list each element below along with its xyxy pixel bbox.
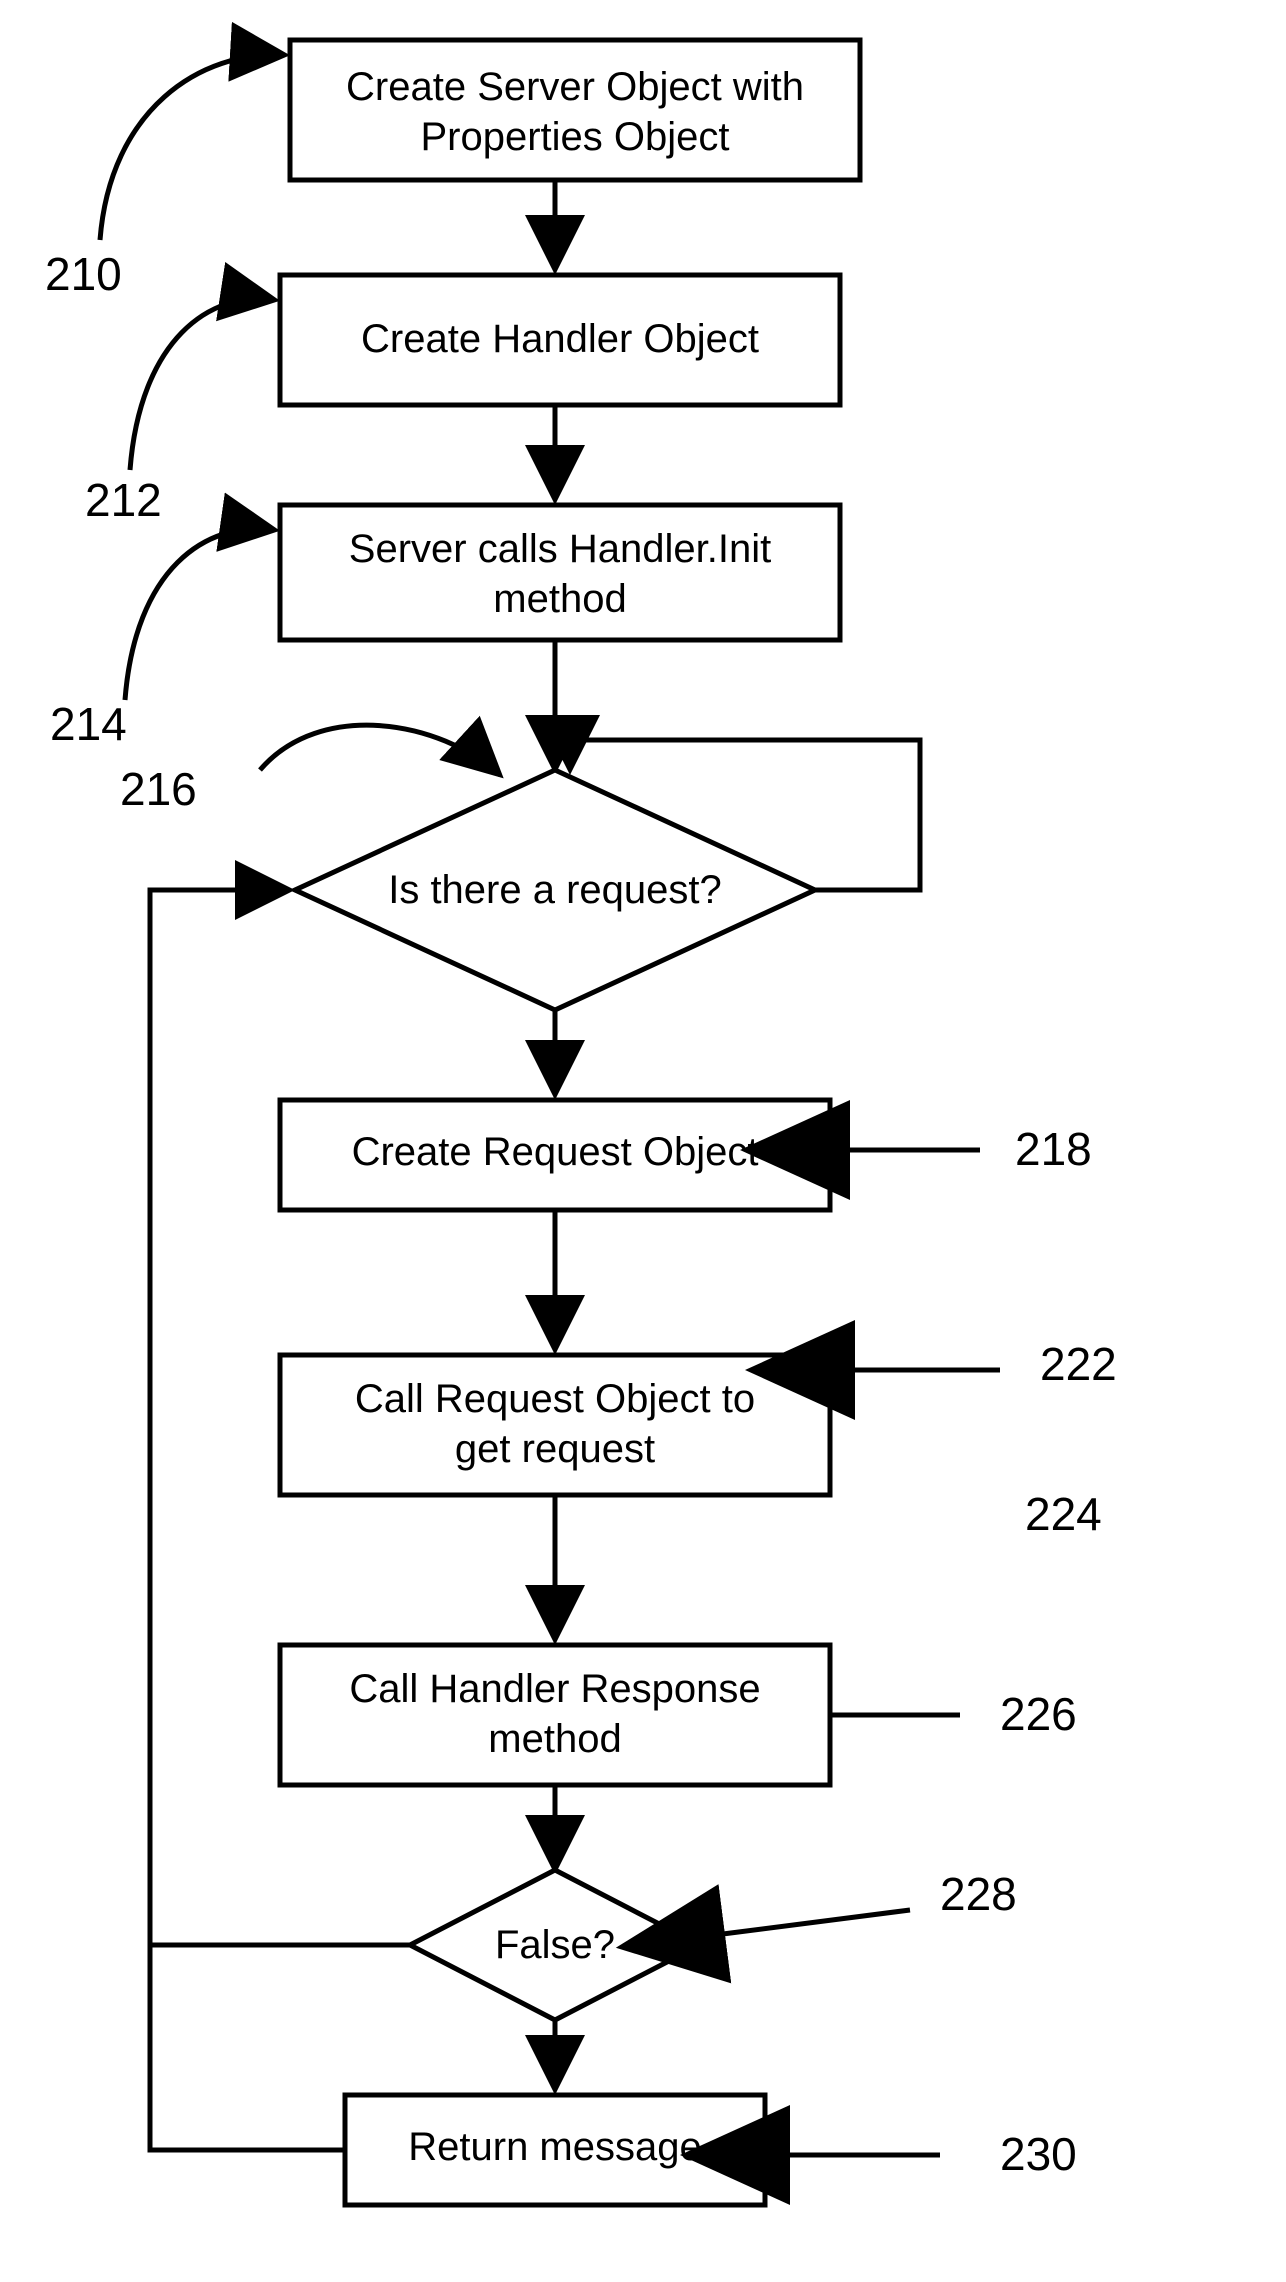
svg-text:method: method — [488, 1717, 621, 1761]
svg-text:Call Request Object to: Call Request Object to — [355, 1377, 755, 1421]
svg-text:Server calls Handler.Init: Server calls Handler.Init — [349, 527, 771, 571]
node-is-there-a-request: Is there a request? — [295, 770, 815, 1010]
ref-230: 230 — [1000, 2128, 1077, 2180]
ref-210: 210 — [45, 248, 122, 300]
callout-214 — [125, 529, 275, 700]
svg-text:method: method — [493, 577, 626, 621]
svg-text:Is there a request?: Is there a request? — [388, 868, 722, 912]
node-call-request-object-get-request: Call Request Object to get request — [280, 1355, 830, 1495]
callout-228 — [715, 1910, 910, 1935]
ref-218: 218 — [1015, 1123, 1092, 1175]
n230-line1: Return message — [408, 2125, 701, 2169]
callout-210 — [100, 55, 285, 240]
node-create-handler-object: Create Handler Object — [280, 275, 840, 405]
n218-line1: Create Request Object — [352, 1130, 759, 1174]
node-call-handler-response-method: Call Handler Response method — [280, 1645, 830, 1785]
ref-226: 226 — [1000, 1688, 1077, 1740]
node-false-decision: False? — [410, 1870, 700, 2020]
svg-text:get request: get request — [455, 1427, 655, 1471]
n226-line2: method — [488, 1717, 621, 1761]
svg-text:Call Handler Response: Call Handler Response — [349, 1667, 760, 1711]
n226-line1: Call Handler Response — [349, 1667, 760, 1711]
node-create-server-object: Create Server Object with Properties Obj… — [290, 40, 860, 180]
svg-text:Create Handler Object: Create Handler Object — [361, 317, 759, 361]
n210-line1: Create Server Object with — [346, 65, 804, 109]
svg-text:Return message: Return message — [408, 2125, 701, 2169]
ref-214: 214 — [50, 698, 127, 750]
n222-line2: get request — [455, 1427, 655, 1471]
svg-text:Create Request Object: Create Request Object — [352, 1130, 759, 1174]
ref-216: 216 — [120, 763, 197, 815]
ref-212: 212 — [85, 474, 162, 526]
ref-222: 222 — [1040, 1338, 1117, 1390]
svg-text:Properties Object: Properties Object — [420, 115, 729, 159]
node-create-request-object: Create Request Object — [280, 1100, 830, 1210]
svg-text:Create Server Object with: Create Server Object with — [346, 65, 804, 109]
callout-216 — [260, 725, 500, 775]
callout-212 — [130, 299, 275, 470]
n212-line1: Create Handler Object — [361, 317, 759, 361]
node-server-calls-handler-init: Server calls Handler.Init method — [280, 505, 840, 640]
svg-text:False?: False? — [495, 1923, 615, 1967]
n222-line1: Call Request Object to — [355, 1377, 755, 1421]
node-return-message: Return message — [345, 2095, 765, 2205]
ref-228: 228 — [940, 1868, 1017, 1920]
edge-230-loop-join — [150, 1945, 345, 2150]
ref-224: 224 — [1025, 1488, 1102, 1540]
n210-line2: Properties Object — [420, 115, 729, 159]
n228-line1: False? — [495, 1923, 615, 1967]
flowchart-svg: Create Server Object with Properties Obj… — [0, 0, 1286, 2282]
n214-line1: Server calls Handler.Init — [349, 527, 771, 571]
n214-line2: method — [493, 577, 626, 621]
n216-line1: Is there a request? — [388, 868, 722, 912]
